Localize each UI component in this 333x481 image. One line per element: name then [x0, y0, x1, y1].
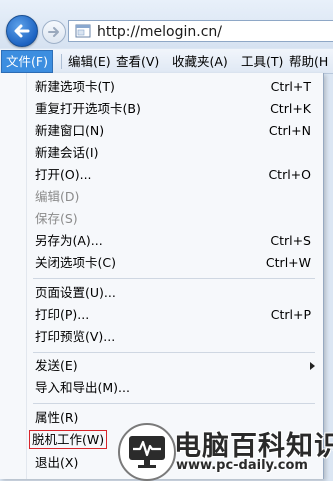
menu-item-edit: 编辑(D) — [0, 186, 323, 208]
arrow-right-icon — [48, 27, 59, 37]
monitor-heartbeat-icon — [129, 436, 165, 468]
menu-item-label: 打印预览(V)... — [35, 329, 116, 344]
menu-tools[interactable]: 工具(T) — [237, 52, 287, 71]
menu-item-new-session[interactable]: 新建会话(I) — [0, 142, 323, 164]
menu-item-new-tab[interactable]: 新建选项卡(T) Ctrl+T — [0, 76, 323, 98]
navigation-bar: http://melogin.cn/ — [0, 0, 333, 48]
menu-item-shortcut: Ctrl+P — [270, 307, 311, 322]
menu-item-reopen-tab[interactable]: 重复打开选项卡(B) Ctrl+K — [0, 98, 323, 120]
menu-view[interactable]: 查看(V) — [112, 52, 163, 71]
arrow-left-icon — [14, 24, 30, 38]
menu-item-label: 退出(X) — [35, 455, 79, 470]
menu-item-shortcut: Ctrl+O — [268, 167, 311, 182]
watermark-logo — [118, 423, 176, 481]
menu-item-label: 关闭选项卡(C) — [35, 255, 116, 270]
page-icon — [75, 24, 91, 38]
back-button[interactable] — [6, 15, 38, 47]
menu-divider — [33, 278, 315, 279]
menu-divider — [33, 403, 315, 404]
menu-item-label: 打开(O)... — [35, 167, 92, 182]
menu-item-page-setup[interactable]: 页面设置(U)... — [0, 282, 323, 304]
menu-item-print[interactable]: 打印(P)... Ctrl+P — [0, 304, 323, 326]
file-menu-dropdown: 新建选项卡(T) Ctrl+T 重复打开选项卡(B) Ctrl+K 新建窗口(N… — [0, 73, 324, 479]
menu-item-shortcut: Ctrl+S — [270, 233, 311, 248]
menu-item-label: 导入和导出(M)... — [35, 380, 130, 395]
menu-bar: 文件(F) 编辑(E) 查看(V) 收藏夹(A) 工具(T) 帮助(H — [0, 49, 333, 74]
menu-item-label: 新建窗口(N) — [35, 123, 105, 138]
menu-item-label: 页面设置(U)... — [35, 285, 116, 300]
menu-item-label: 属性(R) — [35, 410, 79, 425]
menu-item-shortcut: Ctrl+K — [270, 101, 311, 116]
menu-help[interactable]: 帮助(H — [285, 52, 332, 71]
menu-item-print-preview[interactable]: 打印预览(V)... — [0, 326, 323, 348]
watermark: 电脑百科知识 www.pc-daily.com — [118, 420, 333, 481]
address-bar[interactable]: http://melogin.cn/ — [68, 20, 333, 42]
menu-item-label: 保存(S) — [35, 211, 78, 226]
menu-item-save: 保存(S) — [0, 208, 323, 230]
menu-favorites[interactable]: 收藏夹(A) — [168, 52, 232, 71]
menu-item-label: 另存为(A)... — [35, 233, 103, 248]
menu-item-label: 打印(P)... — [35, 307, 90, 322]
menu-file[interactable]: 文件(F) — [1, 50, 53, 73]
menu-item-close-tab[interactable]: 关闭选项卡(C) Ctrl+W — [0, 252, 323, 274]
menu-item-shortcut: Ctrl+N — [268, 123, 311, 138]
menu-item-save-as[interactable]: 另存为(A)... Ctrl+S — [0, 230, 323, 252]
menu-item-label: 新建会话(I) — [35, 145, 99, 160]
watermark-url: www.pc-daily.com — [176, 458, 308, 473]
menu-item-label: 重复打开选项卡(B) — [35, 101, 141, 116]
url-text: http://melogin.cn/ — [97, 24, 222, 40]
menu-separator — [61, 54, 62, 69]
menu-item-label: 发送(E) — [35, 358, 78, 373]
menu-item-label: 编辑(D) — [35, 189, 80, 204]
menu-item-shortcut: Ctrl+W — [265, 255, 311, 270]
menu-item-open[interactable]: 打开(O)... Ctrl+O — [0, 164, 323, 186]
menu-item-shortcut: Ctrl+T — [270, 79, 311, 94]
menu-item-send[interactable]: 发送(E) — [0, 355, 323, 377]
menu-item-new-window[interactable]: 新建窗口(N) Ctrl+N — [0, 120, 323, 142]
menu-item-label: 新建选项卡(T) — [35, 79, 115, 94]
menu-divider — [33, 352, 315, 353]
menu-item-import-export[interactable]: 导入和导出(M)... — [0, 377, 323, 399]
forward-button[interactable] — [42, 20, 66, 44]
submenu-arrow-icon — [310, 362, 315, 370]
menu-edit[interactable]: 编辑(E) — [64, 52, 115, 71]
menu-item-label: 脱机工作(W) — [29, 430, 108, 449]
